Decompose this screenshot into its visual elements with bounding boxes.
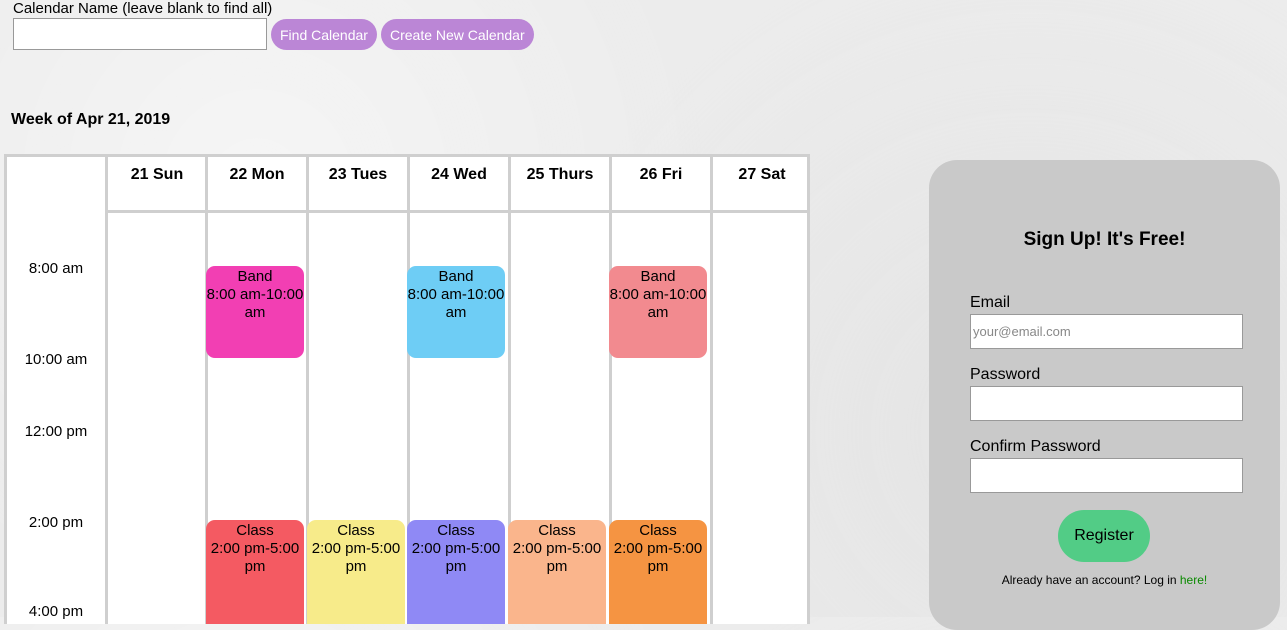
login-link[interactable]: here! [1180,573,1207,587]
password-field[interactable] [970,386,1243,421]
signup-panel: Sign Up! It's Free! Email Password Confi… [929,160,1280,630]
time-label: 8:00 am [28,260,84,277]
register-button[interactable]: Register [1058,510,1150,562]
time-label: 4:00 pm [28,603,84,620]
week-title: Week of Apr 21, 2019 [11,111,171,128]
day-header-mon: 22 Mon [229,166,285,183]
email-label: Email [970,294,1011,311]
calendar-name-input[interactable] [13,18,267,50]
event-time: 8:00 am-10:00 am [407,286,505,321]
event-time: 2:00 pm-5:00 pm [411,540,501,575]
email-field[interactable] [970,314,1243,349]
day-header-fri: 26 Fri [639,166,683,183]
event-class-tue[interactable]: Class 2:00 pm-5:00 pm [307,520,405,624]
login-text: Already have an account? Log in [1001,573,1180,587]
time-label: 2:00 pm [28,514,84,531]
event-band-mon[interactable]: Band 8:00 am-10:00 am [206,266,304,358]
event-time: 2:00 pm-5:00 pm [311,540,401,575]
event-time: 8:00 am-10:00 am [609,286,707,321]
confirm-password-field[interactable] [970,458,1243,493]
event-time: 2:00 pm-5:00 pm [613,540,703,575]
login-note: Already have an account? Log in here! [929,573,1280,587]
calendar-name-label: Calendar Name (leave blank to find all) [13,0,273,17]
day-header-thu: 25 Thurs [526,166,594,183]
event-class-mon[interactable]: Class 2:00 pm-5:00 pm [206,520,304,624]
day-header-sun: 21 Sun [130,166,184,183]
header-divider [105,210,807,213]
event-time: 2:00 pm-5:00 pm [512,540,602,575]
event-title: Band [640,268,676,285]
event-title: Band [237,268,273,285]
create-calendar-button[interactable]: Create New Calendar [381,19,534,50]
signup-title: Sign Up! It's Free! [1023,229,1186,250]
event-class-fri[interactable]: Class 2:00 pm-5:00 pm [609,520,707,624]
time-label: 12:00 pm [24,423,88,440]
event-band-wed[interactable]: Band 8:00 am-10:00 am [407,266,505,358]
event-title: Class [538,522,576,539]
event-title: Class [437,522,475,539]
find-calendar-button[interactable]: Find Calendar [271,19,377,50]
day-header-tue: 23 Tues [328,166,388,183]
column-divider [105,157,108,624]
time-label: 10:00 am [24,351,88,368]
event-title: Class [337,522,375,539]
week-calendar: 21 Sun 22 Mon 23 Tues 24 Wed 25 Thurs 26… [4,154,810,624]
event-title: Class [236,522,274,539]
event-class-wed[interactable]: Class 2:00 pm-5:00 pm [407,520,505,624]
confirm-password-label: Confirm Password [970,438,1101,455]
event-band-fri[interactable]: Band 8:00 am-10:00 am [609,266,707,358]
event-time: 2:00 pm-5:00 pm [210,540,300,575]
event-title: Class [639,522,677,539]
day-header-sat: 27 Sat [738,166,786,183]
event-class-thu[interactable]: Class 2:00 pm-5:00 pm [508,520,606,624]
column-divider [710,157,713,624]
password-label: Password [970,366,1041,383]
event-title: Band [438,268,474,285]
event-time: 8:00 am-10:00 am [206,286,304,321]
day-header-wed: 24 Wed [431,166,487,183]
